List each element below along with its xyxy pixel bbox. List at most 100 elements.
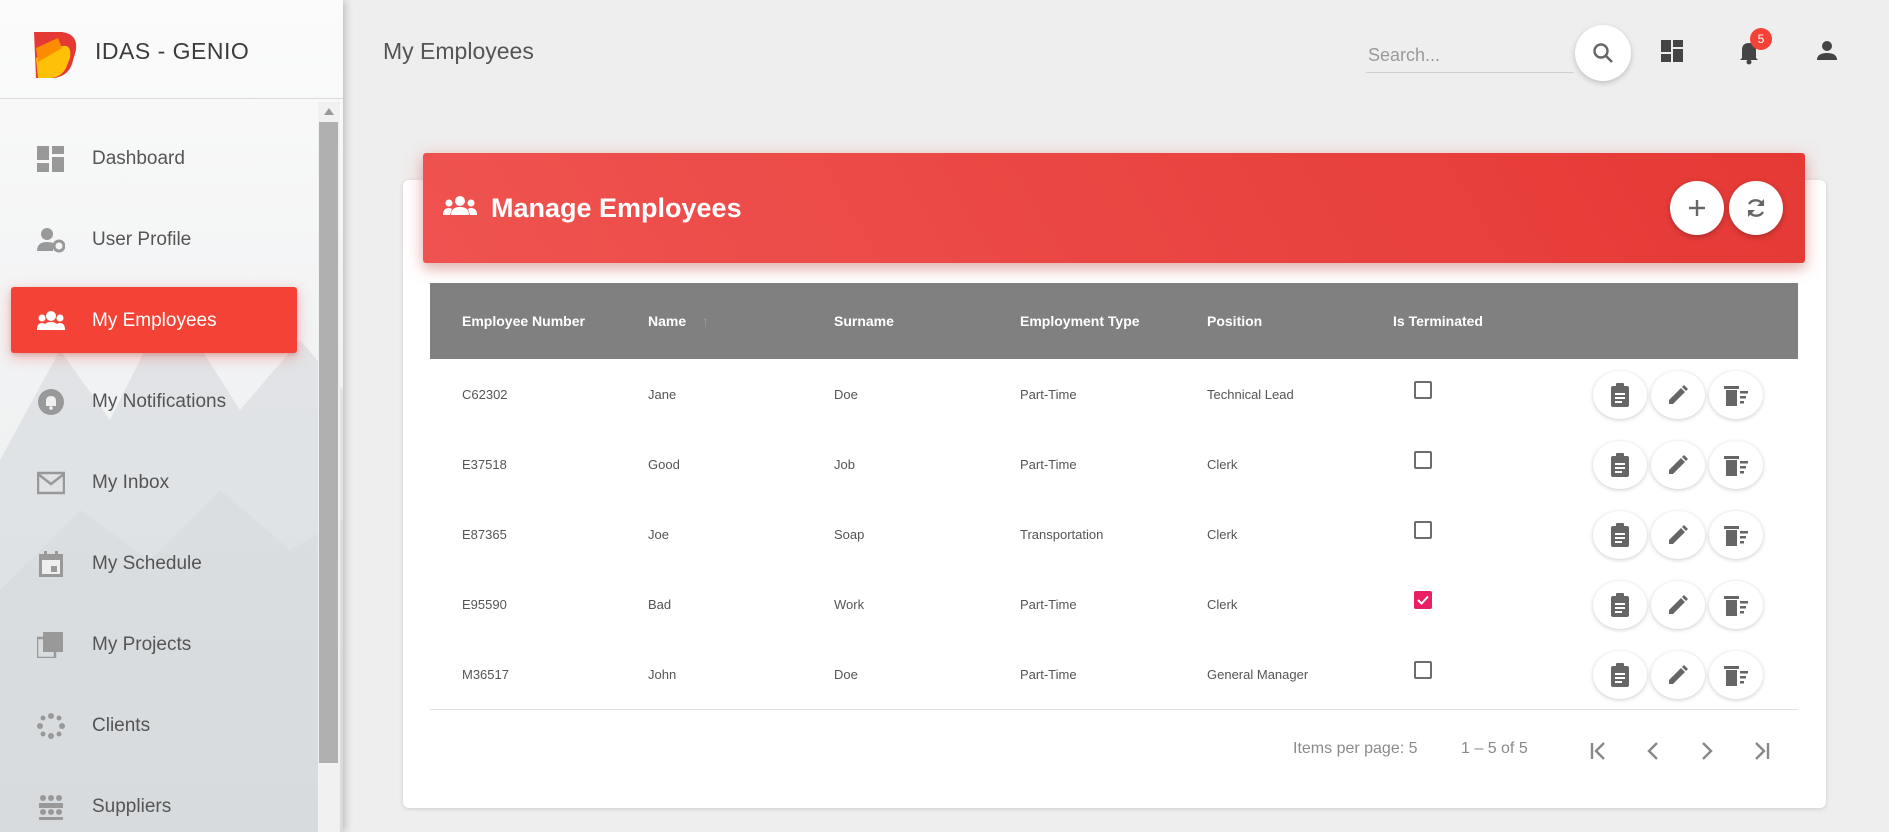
mail-icon (37, 471, 65, 495)
user-settings-icon (37, 228, 65, 253)
delete-button[interactable] (1709, 581, 1763, 629)
pencil-icon (1669, 525, 1688, 544)
delete-button[interactable] (1709, 371, 1763, 419)
refresh-button[interactable] (1729, 181, 1783, 235)
items-per-page-label[interactable]: Items per page: 5 (1293, 740, 1418, 758)
sidebar-item-dashboard[interactable]: Dashboard (11, 125, 297, 191)
notification-count-badge: 5 (1750, 28, 1772, 50)
sidebar-item-suppliers[interactable]: Suppliers (11, 773, 297, 832)
delete-button[interactable] (1709, 651, 1763, 699)
view-button[interactable] (1593, 511, 1647, 559)
sidebar-item-label: User Profile (92, 229, 192, 250)
terminated-checkbox[interactable] (1414, 451, 1432, 469)
last-page-icon (1755, 742, 1770, 760)
cell-surname: Work (834, 597, 865, 612)
terminated-checkbox-checked[interactable] (1414, 591, 1432, 609)
view-button[interactable] (1593, 441, 1647, 489)
sidebar-item-clients[interactable]: Clients (11, 692, 297, 758)
sidebar-scrollbar[interactable] (318, 102, 340, 832)
cell-employee-number: C62302 (462, 387, 508, 402)
add-employee-button[interactable] (1670, 181, 1724, 235)
view-button[interactable] (1593, 581, 1647, 629)
view-button[interactable] (1593, 651, 1647, 699)
sidebar-item-my-inbox[interactable]: My Inbox (11, 449, 297, 515)
clipboard-icon (1611, 383, 1629, 407)
sidebar-item-my-projects[interactable]: My Projects (11, 611, 297, 677)
card-header: Manage Employees (423, 153, 1805, 263)
search-input[interactable] (1366, 38, 1574, 73)
search-button[interactable] (1575, 25, 1631, 81)
calendar-icon (39, 551, 63, 577)
pencil-icon (1669, 595, 1688, 614)
delete-button[interactable] (1709, 511, 1763, 559)
edit-button[interactable] (1651, 581, 1705, 629)
terminated-checkbox[interactable] (1414, 521, 1432, 539)
delete-sweep-icon (1724, 526, 1748, 546)
cell-employee-number: E95590 (462, 597, 507, 612)
delete-sweep-icon (1724, 666, 1748, 686)
cell-employment-type: Part-Time (1020, 387, 1077, 402)
delete-sweep-icon (1724, 456, 1748, 476)
dashboard-icon[interactable] (1657, 36, 1687, 66)
column-header-surname[interactable]: Surname (834, 313, 894, 329)
delete-sweep-icon (1724, 596, 1748, 616)
sidebar-item-my-employees[interactable]: My Employees (11, 287, 297, 353)
edit-button[interactable] (1651, 511, 1705, 559)
scroll-up-arrow-icon[interactable] (324, 108, 334, 115)
cell-position: Clerk (1207, 457, 1238, 472)
sidebar-item-label: Dashboard (92, 148, 185, 169)
account-icon[interactable] (1812, 36, 1842, 66)
clipboard-icon (1611, 523, 1629, 547)
cell-name: Bad (648, 597, 672, 612)
sidebar-item-label: My Inbox (92, 472, 170, 493)
pencil-icon (1669, 385, 1688, 404)
cell-position: Clerk (1207, 597, 1238, 612)
cell-surname: Doe (834, 387, 858, 402)
table-header-row: Employee Number Name ↑ Surname Employmen… (430, 283, 1798, 359)
first-page-icon (1590, 742, 1605, 760)
cell-name: Joe (648, 527, 669, 542)
sidebar-item-label: My Projects (92, 634, 192, 655)
checkmark-icon (1417, 595, 1429, 605)
sidebar-item-label: My Notifications (92, 391, 227, 412)
view-button[interactable] (1593, 371, 1647, 419)
cell-position: Clerk (1207, 527, 1238, 542)
column-header-position[interactable]: Position (1207, 313, 1262, 329)
first-page-button[interactable] (1583, 735, 1615, 767)
next-page-button[interactable] (1691, 735, 1723, 767)
groups-icon (39, 795, 63, 820)
terminated-checkbox[interactable] (1414, 661, 1432, 679)
table-row: C62302 Jane Doe Part-Time Technical Lead (430, 359, 1798, 430)
pencil-icon (1669, 665, 1688, 684)
column-header-employee-number[interactable]: Employee Number (462, 313, 585, 329)
search-icon (1593, 43, 1613, 63)
sidebar: IDAS - GENIO Dashboard User Profile My E… (0, 0, 343, 832)
card-title: Manage Employees (491, 193, 742, 223)
last-page-button[interactable] (1745, 735, 1777, 767)
table-row: E87365 Joe Soap Transportation Clerk (430, 499, 1798, 570)
column-header-name[interactable]: Name (648, 313, 686, 329)
group-icon (443, 196, 477, 215)
sidebar-item-user-profile[interactable]: User Profile (11, 206, 297, 272)
sidebar-item-my-schedule[interactable]: My Schedule (11, 530, 297, 596)
cell-employment-type: Part-Time (1020, 457, 1077, 472)
edit-button[interactable] (1651, 371, 1705, 419)
brand-name: IDAS - GENIO (95, 38, 250, 64)
edit-button[interactable] (1651, 441, 1705, 489)
cell-employee-number: E37518 (462, 457, 507, 472)
cell-name: John (648, 667, 677, 682)
brand-logo-area: IDAS - GENIO (0, 0, 343, 99)
scrollbar-thumb[interactable] (319, 122, 338, 763)
column-header-employment-type[interactable]: Employment Type (1020, 313, 1140, 329)
column-header-is-terminated[interactable]: Is Terminated (1393, 313, 1483, 329)
page-range-label: 1 – 5 of 5 (1461, 740, 1528, 757)
cell-name: Good (648, 457, 680, 472)
delete-sweep-icon (1724, 386, 1748, 406)
delete-button[interactable] (1709, 441, 1763, 489)
sidebar-item-my-notifications[interactable]: My Notifications (11, 368, 297, 434)
sidebar-item-label: My Schedule (92, 553, 202, 574)
terminated-checkbox[interactable] (1414, 381, 1432, 399)
cell-position: Technical Lead (1207, 387, 1294, 402)
edit-button[interactable] (1651, 651, 1705, 699)
previous-page-button[interactable] (1637, 735, 1669, 767)
